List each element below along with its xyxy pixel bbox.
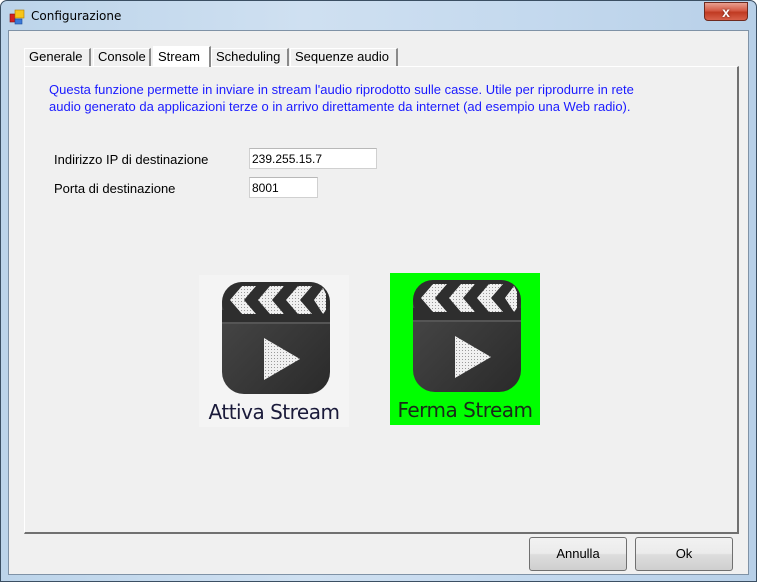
ok-button[interactable]: Ok [635,537,733,571]
clapperboard-play-icon [222,282,330,394]
tab-scheduling[interactable]: Scheduling [211,48,289,66]
start-stream-label: Attiva Stream [208,400,340,424]
close-icon: x [722,4,730,20]
port-input[interactable] [249,177,318,198]
configuration-window: Configurazione x Generale Console Stream… [0,0,757,582]
description-line-2: audio generato da applicazioni terze o i… [49,99,631,114]
ip-input[interactable] [249,148,377,169]
start-stream-button[interactable]: Attiva Stream [199,275,349,427]
title-bar[interactable]: Configurazione x [1,1,756,31]
port-label: Porta di destinazione [54,181,176,196]
ip-label: Indirizzo IP di destinazione [54,152,209,167]
stop-stream-label: Ferma Stream [397,398,533,422]
close-button[interactable]: x [704,2,748,21]
stream-tab-panel: Questa funzione permette in inviare in s… [24,66,739,534]
client-area: Generale Console Stream Scheduling Seque… [8,30,749,575]
tab-sequenze-audio[interactable]: Sequenze audio [290,48,398,66]
tab-console[interactable]: Console [93,48,151,66]
tab-stream[interactable]: Stream [153,46,211,67]
description-line-1: Questa funzione permette in inviare in s… [49,82,634,97]
clapperboard-play-icon [413,280,521,392]
tab-generale[interactable]: Generale [24,48,91,66]
stream-description: Questa funzione permette in inviare in s… [49,81,729,115]
cancel-button[interactable]: Annulla [529,537,627,571]
window-title: Configurazione [31,9,122,23]
stop-stream-button[interactable]: Ferma Stream [390,273,540,425]
app-icon [9,9,25,25]
